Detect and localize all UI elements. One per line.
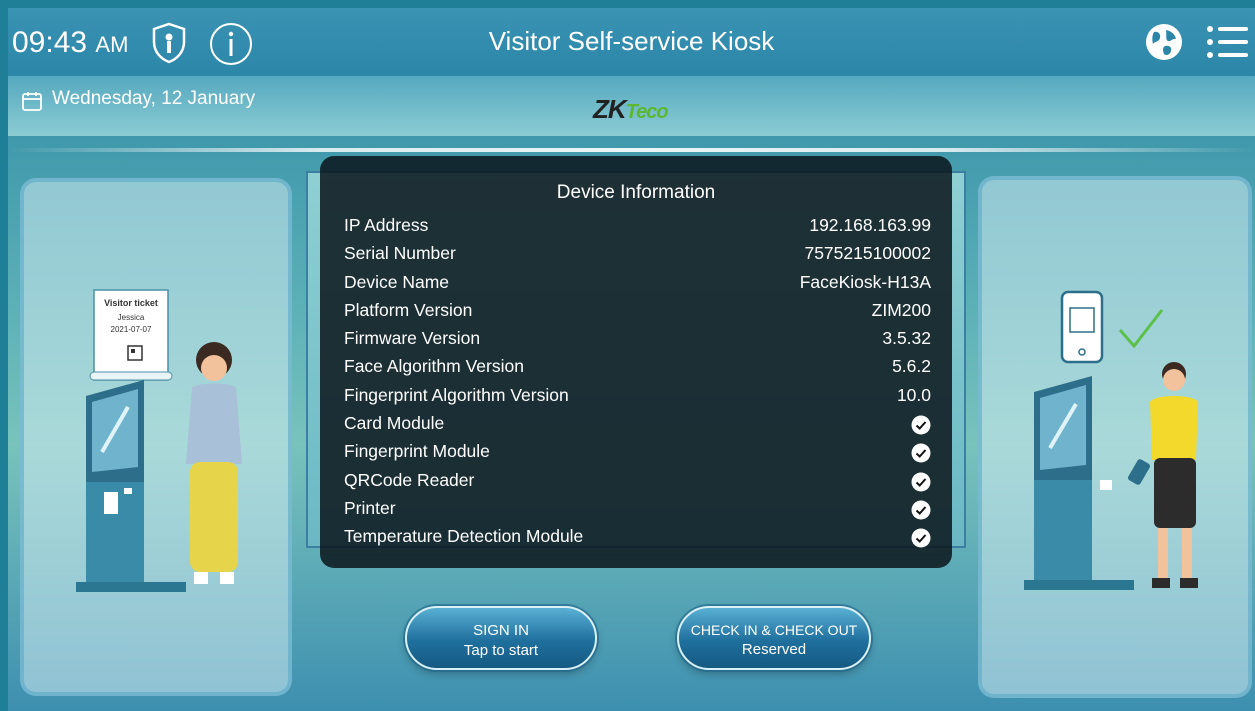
sign-in-illustration-panel[interactable]: Visitor ticket Jessica 2021-07-07: [20, 178, 292, 696]
current-date: Wednesday, 12 January: [52, 88, 256, 109]
info-label: IP Address: [344, 215, 429, 235]
info-row-temperature-detection-module: Temperature Detection Module: [344, 523, 931, 551]
success-check-icon: [1118, 309, 1164, 349]
visitor-woman-graphic: [186, 342, 242, 584]
kiosk-graphic: [1024, 376, 1134, 590]
info-label: Fingerprint Module: [344, 441, 490, 462]
info-row-platform-version: Platform Version ZIM200: [344, 297, 931, 325]
info-row-firmware-version: Firmware Version 3.5.32: [344, 325, 931, 353]
info-row-fingerprint-algorithm-version: Fingerprint Algorithm Version 10.0: [344, 382, 931, 410]
info-row-qrcode-reader: QRCode Reader: [344, 467, 931, 495]
info-label: Printer: [344, 497, 396, 518]
logo-main: ZK: [593, 94, 627, 124]
info-label: QRCode Reader: [344, 469, 475, 490]
info-label: Platform Version: [344, 299, 473, 320]
info-value: 3.5.32: [882, 328, 931, 349]
check-icon: [911, 415, 931, 435]
menu-icon[interactable]: [1206, 22, 1250, 62]
info-row-ip-address: IP Address 192.168.163.99: [344, 212, 931, 240]
info-row-fingerprint-module: Fingerprint Module: [344, 438, 931, 466]
info-label: Firmware Version: [344, 328, 481, 349]
page-title: Visitor Self-service Kiosk: [488, 26, 775, 56]
ticket-name: Jessica: [118, 313, 145, 322]
sign-in-button[interactable]: SIGN IN Tap to start: [405, 606, 597, 670]
date-bar: Wednesday, 12 January ZKTeco: [8, 76, 1255, 136]
kiosk-graphic: [76, 380, 186, 592]
ticket-title: Visitor ticket: [104, 298, 158, 308]
check-in-illustration-panel[interactable]: [978, 176, 1252, 698]
info-row-device-name: Device Name FaceKiosk-H13A: [344, 269, 931, 297]
info-label: Fingerprint Algorithm Version: [344, 384, 569, 405]
sign-in-sublabel: Tap to start: [463, 642, 539, 659]
check-in-check-out-button[interactable]: CHECK IN & CHECK OUT Reserved: [677, 606, 871, 670]
info-value: FaceKiosk-H13A: [799, 271, 931, 292]
info-value: ZIM200: [871, 299, 931, 320]
info-label: Temperature Detection Module: [344, 526, 584, 547]
info-row-printer: Printer: [344, 495, 931, 523]
ticket-date: 2021-07-07: [111, 325, 152, 334]
info-value: 7575215100002: [804, 243, 931, 264]
phone-qr-graphic: [1060, 290, 1104, 364]
globe-icon[interactable]: [1144, 22, 1184, 62]
logo-sub: Teco: [625, 101, 669, 123]
device-info-dialog: Device Information IP Address 192.168.16…: [320, 156, 952, 568]
check-in-check-out-label: CHECK IN & CHECK OUT: [690, 622, 858, 638]
info-label: Face Algorithm Version: [344, 356, 524, 377]
info-label: Serial Number: [344, 243, 456, 264]
info-row-face-algorithm-version: Face Algorithm Version 5.6.2: [344, 353, 931, 381]
visitor-man-graphic: [1128, 362, 1198, 588]
info-label: Card Module: [344, 413, 445, 434]
check-icon: [911, 443, 931, 463]
check-in-check-out-sublabel: Reserved: [741, 641, 807, 658]
check-icon: [911, 528, 931, 548]
top-bar: 09:43 AM Visitor Self-service Kiosk: [8, 8, 1255, 76]
brand-logo: ZKTeco: [593, 94, 669, 125]
kiosk-ticket-illustration: Visitor ticket Jessica 2021-07-07: [76, 289, 242, 592]
info-value: 10.0: [896, 384, 931, 405]
info-value: 192.168.163.99: [809, 215, 931, 235]
kiosk-screen: 09:43 AM Visitor Self-service Kiosk Wedn…: [8, 8, 1255, 711]
qr-scan-illustration: [1024, 290, 1198, 590]
sign-in-label: SIGN IN: [473, 622, 529, 639]
device-info-list: IP Address 192.168.163.99 Serial Number …: [344, 212, 931, 552]
info-label: Device Name: [344, 271, 450, 292]
check-icon: [911, 500, 931, 520]
info-value: 5.6.2: [892, 356, 931, 377]
info-row-card-module: Card Module: [344, 410, 931, 438]
check-icon: [911, 472, 931, 492]
info-row-serial-number: Serial Number 7575215100002: [344, 240, 931, 268]
decorative-divider: [8, 148, 1255, 152]
dialog-title: Device Information: [556, 182, 716, 203]
calendar-icon: [22, 92, 42, 111]
